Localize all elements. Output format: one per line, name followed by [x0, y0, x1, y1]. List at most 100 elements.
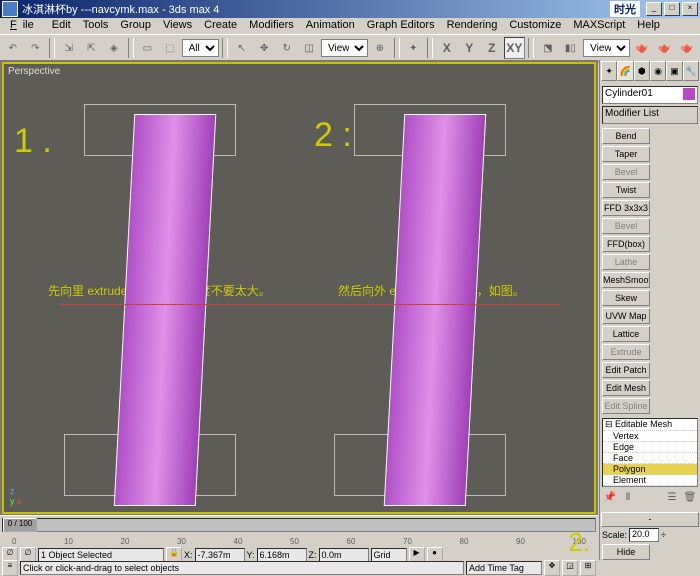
selection-rollout[interactable]: Selection: [601, 512, 699, 527]
modifier-list-dropdown[interactable]: Modifier List: [602, 106, 698, 124]
scale-label: Scale:: [602, 530, 627, 540]
bind-button[interactable]: ◈: [103, 37, 125, 59]
display-tab[interactable]: ▣: [666, 61, 682, 81]
object-name-field[interactable]: Cylinder01: [602, 86, 698, 104]
maximize-button[interactable]: □: [664, 2, 680, 16]
ref-coord-dropdown[interactable]: View: [321, 39, 368, 57]
menu-bar: File Edit Tools Group Views Create Modif…: [0, 18, 700, 34]
mod-bevel-profile[interactable]: Bevel Profile: [602, 218, 650, 234]
select-rotate-button[interactable]: ↻: [276, 37, 298, 59]
axis-y-button[interactable]: Y: [459, 37, 481, 59]
mod-lattice[interactable]: Lattice: [602, 326, 650, 342]
hierarchy-tab[interactable]: ⬢: [634, 61, 650, 81]
mod-bevel[interactable]: Bevel: [602, 164, 650, 180]
nav-icon[interactable]: ◲: [562, 560, 578, 576]
menu-modifiers[interactable]: Modifiers: [243, 18, 300, 34]
show-result-icon[interactable]: Ⅱ: [620, 489, 636, 505]
render-scene-button[interactable]: 🫖: [631, 37, 653, 59]
menu-customize[interactable]: Customize: [503, 18, 567, 34]
filter-dropdown[interactable]: All: [182, 39, 219, 57]
menu-edit[interactable]: Edit: [46, 18, 77, 34]
quick-render-button[interactable]: 🫖: [654, 37, 676, 59]
script-icon[interactable]: ≡: [2, 560, 18, 576]
unlink-button[interactable]: ⇱: [81, 37, 103, 59]
mod-ffdbox[interactable]: FFD(box): [602, 236, 650, 252]
redo-button[interactable]: ↷: [25, 37, 47, 59]
mod-skew[interactable]: Skew: [602, 290, 650, 306]
axis-z-button[interactable]: Z: [481, 37, 503, 59]
select-region-button[interactable]: ⬚: [159, 37, 181, 59]
render-last-button[interactable]: 🫖: [676, 37, 698, 59]
undo-button[interactable]: ↶: [2, 37, 24, 59]
mod-editpatch[interactable]: Edit Patch: [602, 362, 650, 378]
mod-twist[interactable]: Twist: [602, 182, 650, 198]
pin-stack-icon[interactable]: 📌: [602, 489, 618, 505]
mod-ffd3[interactable]: FFD 3x3x3: [602, 200, 650, 216]
modifier-stack[interactable]: ⊟ Editable Mesh Vertex Edge Face Polygon…: [602, 418, 698, 487]
select-scale-button[interactable]: ◫: [298, 37, 320, 59]
config-icon[interactable]: ☰: [664, 489, 680, 505]
select-object-button[interactable]: ↖: [231, 37, 253, 59]
link-button[interactable]: ⇲: [58, 37, 80, 59]
nav-icon[interactable]: ✥: [544, 560, 560, 576]
snap-button[interactable]: ⬔: [537, 37, 559, 59]
subobj-element[interactable]: Element: [603, 475, 697, 486]
menu-tools[interactable]: Tools: [77, 18, 115, 34]
pivot-button[interactable]: ⊕: [369, 37, 391, 59]
mod-lathe[interactable]: Lathe: [602, 254, 650, 270]
mod-bend[interactable]: Bend: [602, 128, 650, 144]
utilities-tab[interactable]: 🔧: [683, 61, 699, 81]
subobj-edge[interactable]: Edge: [603, 442, 697, 453]
add-time-tag[interactable]: Add Time Tag: [466, 561, 542, 575]
scale-spinner[interactable]: 20.0: [629, 528, 659, 542]
color-swatch[interactable]: [683, 88, 695, 100]
menu-create[interactable]: Create: [198, 18, 243, 34]
select-button[interactable]: ▭: [137, 37, 159, 59]
manipulate-button[interactable]: ✦: [403, 37, 425, 59]
window-title: 冰淇淋杯by ---navcymk.max - 3ds max 4: [22, 1, 219, 17]
right-view-dropdown[interactable]: View: [583, 39, 630, 57]
annotation-1-number: 1 .: [14, 122, 52, 161]
prompt-line: Click or click-and-drag to select object…: [20, 561, 464, 575]
create-tab[interactable]: ✦: [601, 61, 617, 81]
menu-file[interactable]: File: [4, 18, 46, 34]
minimize-button[interactable]: _: [646, 2, 662, 16]
menu-rendering[interactable]: Rendering: [441, 18, 504, 34]
axis-tripod: z y x: [10, 486, 22, 506]
menu-views[interactable]: Views: [157, 18, 198, 34]
motion-tab[interactable]: ◉: [650, 61, 666, 81]
modifier-buttons: Bend Taper Bevel Twist FFD 3x3x3 Bevel P…: [600, 126, 700, 416]
select-move-button[interactable]: ✥: [253, 37, 275, 59]
subobj-polygon[interactable]: Polygon: [603, 464, 697, 475]
mod-taper[interactable]: Taper: [602, 146, 650, 162]
axis-xy-button[interactable]: XY: [504, 37, 526, 59]
menu-maxscript[interactable]: MAXScript: [567, 18, 631, 34]
menu-animation[interactable]: Animation: [300, 18, 361, 34]
modify-tab[interactable]: 🌈: [617, 61, 633, 81]
remove-mod-icon[interactable]: 🗑: [682, 489, 698, 505]
app-icon: [2, 1, 18, 17]
nav-icon[interactable]: ⊞: [580, 560, 596, 576]
annotation-2-number: 2 :: [314, 116, 352, 155]
title-bar: 冰淇淋杯by ---navcymk.max - 3ds max 4 时光 _ □…: [0, 0, 700, 18]
mod-editspline[interactable]: Edit Spline: [602, 398, 650, 414]
time-slider[interactable]: 0 / 100: [2, 518, 596, 532]
subobj-face[interactable]: Face: [603, 453, 697, 464]
perspective-viewport[interactable]: Perspective 1 . 先向里 extrude 和 bevel，尺度不要…: [2, 62, 596, 514]
menu-graph-editors[interactable]: Graph Editors: [361, 18, 441, 34]
mod-meshsmooth[interactable]: MeshSmooth: [602, 272, 650, 288]
status-bar: 0 / 100 0102030405060708090100 ∅ ∅ 1 Obj…: [0, 515, 598, 560]
menu-group[interactable]: Group: [114, 18, 157, 34]
mirror-button[interactable]: ▮▯: [560, 37, 582, 59]
panel-tabs: ✦ 🌈 ⬢ ◉ ▣ 🔧: [600, 60, 700, 84]
stack-editable-mesh[interactable]: ⊟ Editable Mesh: [603, 419, 697, 431]
time-slider-head[interactable]: 0 / 100: [3, 518, 37, 532]
hide-button[interactable]: Hide: [602, 544, 650, 560]
mod-editmesh[interactable]: Edit Mesh: [602, 380, 650, 396]
subobj-vertex[interactable]: Vertex: [603, 431, 697, 442]
close-button[interactable]: ×: [682, 2, 698, 16]
mod-extrude[interactable]: Extrude: [602, 344, 650, 360]
menu-help[interactable]: Help: [631, 18, 666, 34]
axis-x-button[interactable]: X: [436, 37, 458, 59]
mod-uvwmap[interactable]: UVW Map: [602, 308, 650, 324]
